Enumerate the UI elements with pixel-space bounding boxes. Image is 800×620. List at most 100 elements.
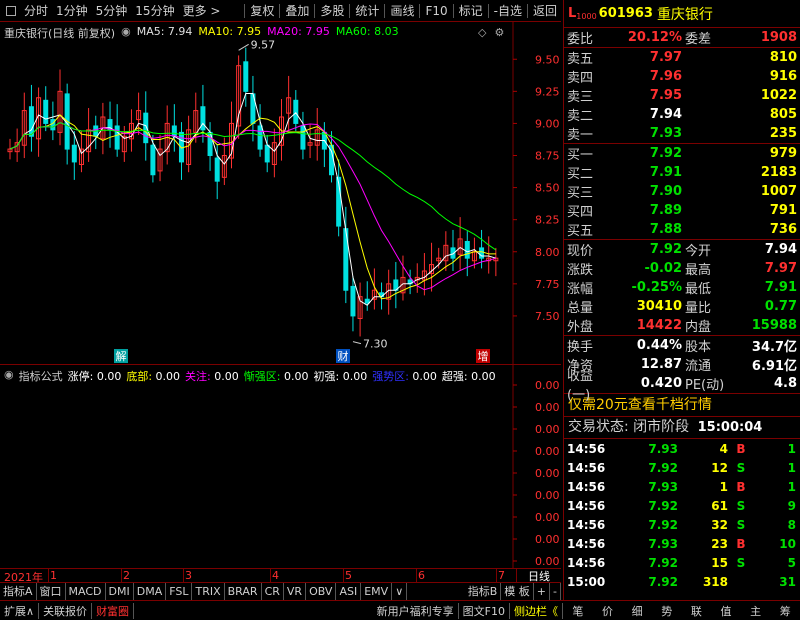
tick-time: 14:56	[567, 441, 606, 456]
event-marker[interactable]: 财	[338, 349, 349, 363]
indicator-tab[interactable]: DMA	[134, 582, 167, 601]
candlestick-chart[interactable]: 重庆银行(日线 前复权) ◉ MA5: 7.94 MA10: 7.95 MA20…	[0, 22, 561, 364]
tick-row: 14:56 7.93 23 B 10	[564, 534, 800, 553]
indicator-y-tick-label: 0.00	[535, 379, 560, 392]
stock-name: 重庆银行	[656, 6, 713, 23]
order-book-row[interactable]: 卖五 7.97 810	[564, 48, 800, 67]
order-book-row[interactable]: 买一 7.92 979	[564, 144, 800, 163]
indicator-tab[interactable]: VR	[284, 582, 307, 601]
indicator-tab[interactable]: CR	[262, 582, 284, 601]
event-marker[interactable]: 解	[116, 349, 127, 363]
fund-value: 6.91亿	[751, 359, 797, 374]
toolbar-multi-stock-button[interactable]: 多股	[316, 2, 348, 19]
toolbar-draw-button[interactable]: 画线	[386, 2, 418, 19]
quote-tab[interactable]: 细	[624, 603, 651, 619]
quote-tab[interactable]: 势	[653, 603, 680, 619]
expand-button[interactable]: 扩展∧	[0, 602, 40, 619]
indicator-tab[interactable]: 指标A	[0, 582, 37, 601]
indicator-tab[interactable]: EMV	[361, 582, 393, 601]
order-book-row[interactable]: 卖三 7.95 1022	[564, 86, 800, 105]
new-user-welfare-link[interactable]: 新用户福利专享	[373, 602, 459, 619]
indicator-item: 关注: 0.00	[185, 368, 239, 384]
toolbar-item-15min[interactable]: 15分钟	[131, 2, 178, 19]
indicator-tab[interactable]: ASI	[336, 582, 362, 601]
indicator-tab[interactable]: FSL	[166, 582, 193, 601]
trading-status-label: 交易状态: 闭市阶段	[568, 419, 690, 435]
stat-value: 0.77	[764, 299, 797, 314]
toolbar-mark-button[interactable]: 标记	[455, 2, 487, 19]
order-book-row[interactable]: 买三 7.90 1007	[564, 182, 800, 201]
indicator-tab[interactable]: MACD	[66, 582, 106, 601]
diamond-icon[interactable]: ◇	[478, 26, 486, 39]
graphic-f10-button[interactable]: 图文F10	[459, 602, 510, 619]
toolbar-item-more[interactable]: 更多 >	[179, 2, 225, 19]
order-book-label: 买五	[567, 224, 594, 239]
quote-tab[interactable]: 笔	[564, 603, 591, 619]
indicator-item: 超强: 0.00	[442, 368, 496, 384]
related-quotes-button[interactable]: 关联报价	[39, 602, 93, 619]
order-book-label: 买一	[567, 148, 594, 163]
toolbar-item-1min[interactable]: 1分钟	[52, 2, 92, 19]
period-day-label[interactable]: 日线	[516, 568, 561, 583]
order-book-row[interactable]: 卖一 7.93 235	[564, 124, 800, 143]
sidebar-toggle-button[interactable]: 侧边栏《	[510, 602, 563, 619]
toolbar-item-intraday[interactable]: 分时	[20, 2, 52, 19]
indicator-tab[interactable]: ∨	[392, 582, 408, 601]
time-label: 3	[185, 569, 192, 582]
indicator-tab[interactable]: -	[550, 582, 561, 601]
indicator-tab[interactable]: 指标B	[465, 582, 502, 601]
order-book-row[interactable]: 卖四 7.96 916	[564, 67, 800, 86]
order-book-volume: 805	[769, 107, 797, 122]
order-book-row[interactable]: 买四 7.89 791	[564, 201, 800, 220]
indicator-tab[interactable]: 模 板	[501, 582, 534, 601]
quote-tab[interactable]: 联	[683, 603, 710, 619]
y-tick-label: 8.50	[535, 182, 560, 195]
tick-list[interactable]: 14:56 7.93 4 B 1 14:56 7.92 12 S 1 14:56 7.93 1 B 1 14:…	[564, 439, 800, 591]
quote-tab[interactable]: 主	[742, 603, 769, 619]
stat-value: 7.91	[764, 280, 797, 295]
indicator-tab[interactable]: OBV	[306, 582, 337, 601]
quote-tab[interactable]: 价	[594, 603, 621, 619]
tick-count: 1	[787, 460, 796, 475]
toolbar-item-5min[interactable]: 5分钟	[92, 2, 132, 19]
indicator-tab[interactable]: 窗口	[37, 582, 66, 601]
order-book-row[interactable]: 买五 7.88 736	[564, 220, 800, 239]
legend-ma20: MA20: 7.95	[267, 25, 330, 38]
y-tick-label: 9.00	[535, 117, 560, 130]
order-diff-label: 委差	[685, 32, 712, 47]
indicator-tab[interactable]: +	[534, 582, 551, 601]
indicator-item: 强势区: 0.00	[372, 368, 437, 384]
toolbar-back-button[interactable]: 返回	[529, 2, 561, 19]
indicator-y-tick-label: 0.00	[535, 489, 560, 502]
indicator-item-name: 强势区:	[372, 370, 409, 383]
toolbar-overlay-button[interactable]: 叠加	[281, 2, 313, 19]
time-tick	[48, 569, 49, 583]
event-marker[interactable]: 增	[478, 349, 489, 363]
order-book-volume: 1007	[760, 184, 797, 199]
settings-icon[interactable]: ⚙	[494, 26, 504, 39]
toolbar-stats-button[interactable]: 统计	[351, 2, 383, 19]
time-axis: 2021年 1 2 3 4 5 6 7	[0, 568, 561, 584]
indicator-panel[interactable]: ◉ 指标公式 涨停: 0.00 底部: 0.00 关注: 0.00 惭强区: 0.00…	[0, 364, 561, 569]
indicator-tab[interactable]: TRIX	[192, 582, 225, 601]
toolbar-remove-watch-button[interactable]: -自选	[490, 2, 526, 19]
y-tick-label: 9.50	[535, 53, 560, 66]
window-square-icon[interactable]	[6, 5, 16, 16]
indicator-tab[interactable]: BRAR	[225, 582, 262, 601]
tick-volume: 318	[702, 574, 728, 589]
time-tick	[416, 569, 417, 583]
stat-label: 总量	[567, 301, 594, 316]
quote-tab[interactable]: 筹	[772, 603, 799, 619]
quote-tab[interactable]: 值	[712, 603, 739, 619]
indicator-dot-icon: ◉	[4, 368, 14, 381]
stat-value: 30410	[636, 299, 682, 314]
fund-value: 4.8	[773, 376, 797, 391]
toolbar-f10-button[interactable]: F10	[421, 4, 451, 18]
order-book-row[interactable]: 买二 7.91 2183	[564, 163, 800, 182]
wealth-circle-button[interactable]: 财富圈	[92, 602, 135, 619]
order-book-row[interactable]: 卖二 7.94 805	[564, 105, 800, 124]
toolbar-adjust-button[interactable]: 复权	[246, 2, 278, 19]
time-label: 5	[345, 569, 352, 582]
order-book-label: 卖四	[567, 71, 594, 86]
indicator-tab[interactable]: DMI	[106, 582, 134, 601]
